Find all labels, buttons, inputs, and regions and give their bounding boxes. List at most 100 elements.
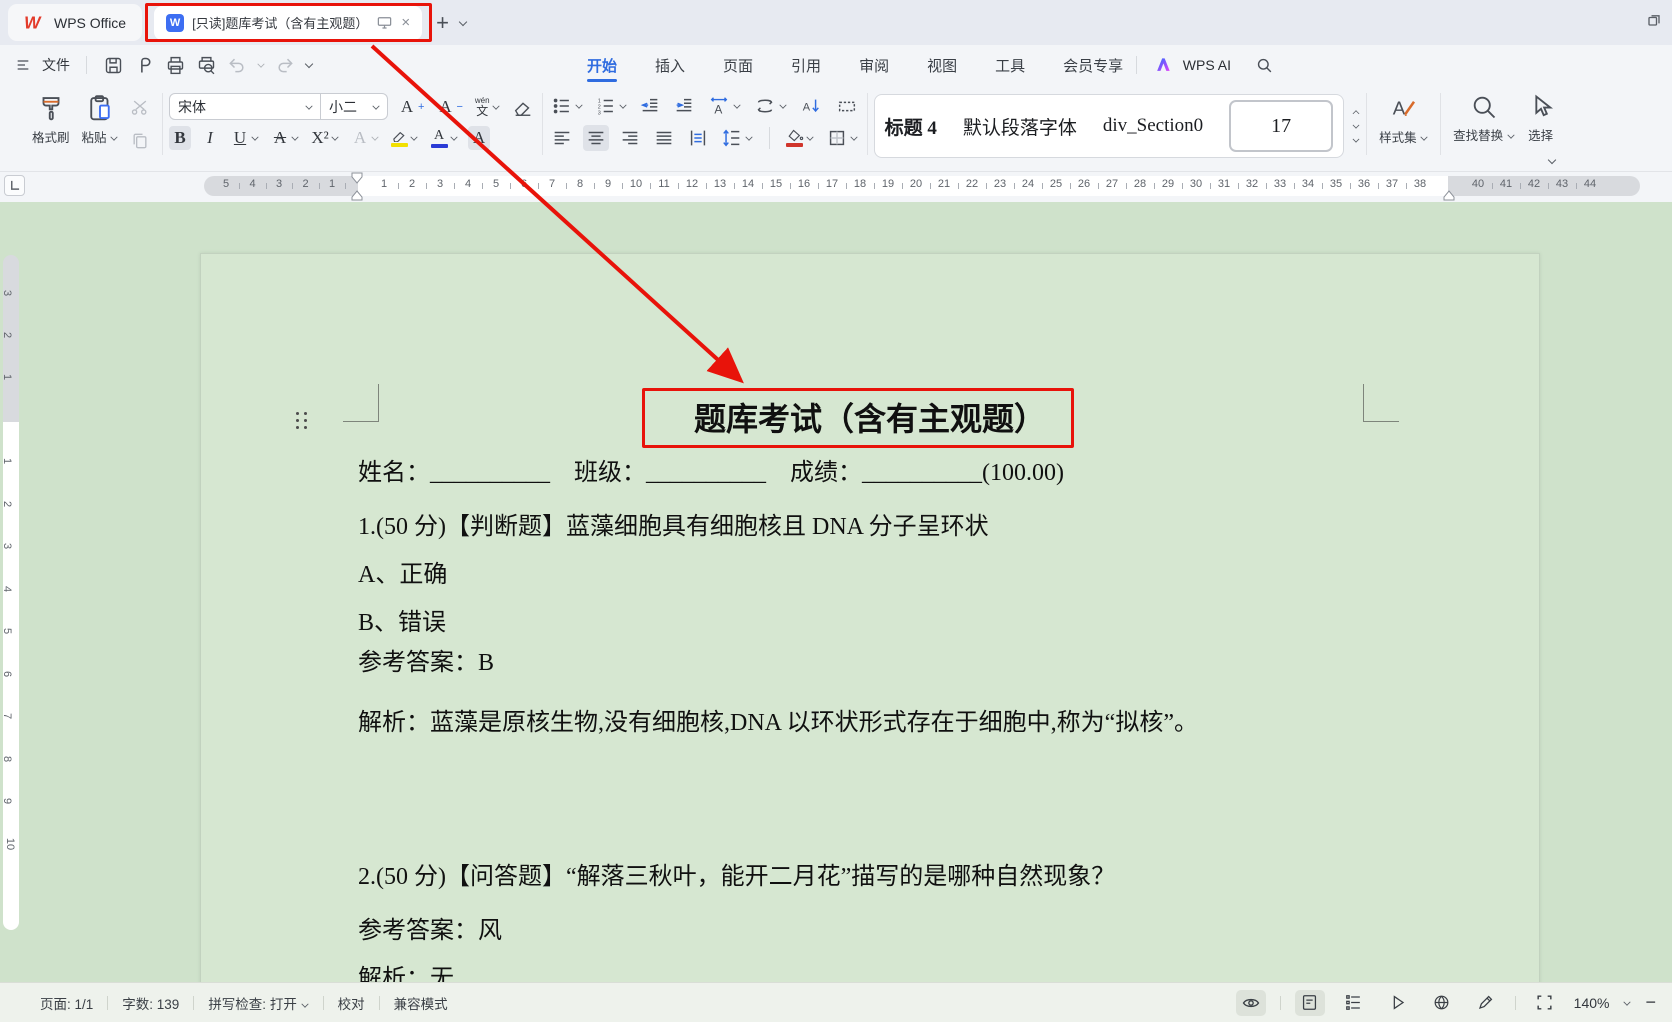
vertical-ruler[interactable]: 32112345678910 xyxy=(3,255,19,930)
underline-button[interactable]: U xyxy=(229,126,261,150)
ruler-number: 16 xyxy=(798,178,810,190)
strikethrough-button[interactable]: A xyxy=(269,126,301,150)
web-layout-button[interactable] xyxy=(1427,990,1457,1016)
ribbon-tab-8[interactable]: 会员专享 xyxy=(1061,47,1125,84)
fit-page-button[interactable] xyxy=(1530,990,1560,1016)
first-line-indent-marker[interactable] xyxy=(348,172,366,184)
ribbon-tab-1[interactable]: 开始 xyxy=(585,47,619,84)
print-icon[interactable] xyxy=(165,55,186,76)
char-scale-button[interactable]: A xyxy=(705,93,743,119)
decrease-font-button[interactable]: A− xyxy=(434,95,464,119)
gallery-down-icon[interactable] xyxy=(1353,123,1359,129)
ribbon-tab-2[interactable]: 插入 xyxy=(653,47,687,84)
ribbon-tab-5[interactable]: 审阅 xyxy=(857,47,891,84)
play-view-button[interactable] xyxy=(1383,990,1413,1016)
align-center-button[interactable] xyxy=(583,125,609,151)
paste-button[interactable]: 粘贴 xyxy=(76,85,125,150)
tab-list-chevron-icon[interactable] xyxy=(459,19,467,27)
shading-button[interactable] xyxy=(784,127,816,149)
search-icon[interactable] xyxy=(1255,56,1274,75)
pinyin-guide-button[interactable]: wén文 xyxy=(473,95,502,119)
find-replace-button[interactable]: 查找替换 xyxy=(1447,85,1521,148)
cut-button[interactable] xyxy=(128,95,152,119)
increase-indent-button[interactable] xyxy=(671,93,697,119)
ruler-number: 30 xyxy=(1190,178,1202,190)
ink-annotate-button[interactable] xyxy=(1471,990,1501,1016)
char-shading-button[interactable]: A xyxy=(468,126,490,150)
font-color-button[interactable]: A xyxy=(428,127,460,150)
hamburger-menu-icon[interactable] xyxy=(14,57,32,73)
ruler-number: 27 xyxy=(1106,178,1118,190)
italic-button[interactable]: I xyxy=(199,126,221,150)
annotation-box-tab xyxy=(145,3,432,42)
sort-button[interactable]: A xyxy=(797,93,825,119)
horizontal-ruler[interactable]: 5432112345678910111213141516171819202122… xyxy=(0,172,1672,202)
style-default-paragraph-font[interactable]: 默认段落字体 xyxy=(963,113,1077,140)
ribbon-tab-7[interactable]: 工具 xyxy=(993,47,1027,84)
spellcheck-status[interactable]: 拼写检查: 打开 xyxy=(208,993,308,1013)
gallery-up-icon[interactable] xyxy=(1353,109,1359,115)
select-button[interactable]: 选择 xyxy=(1521,85,1561,148)
style-set-button[interactable]: A 样式集 xyxy=(1373,85,1434,150)
page-view-button[interactable] xyxy=(1295,990,1325,1016)
zoom-level[interactable]: 140% xyxy=(1574,995,1610,1011)
distribute-button[interactable] xyxy=(685,125,711,151)
ribbon-collapse-icon[interactable] xyxy=(1548,157,1556,165)
new-tab-button[interactable]: + xyxy=(436,10,449,36)
style-div-section0[interactable]: div_Section0 xyxy=(1103,115,1203,137)
save-icon[interactable] xyxy=(103,55,124,76)
increase-font-button[interactable]: A+ xyxy=(396,95,426,119)
paste-chevron-icon[interactable] xyxy=(111,135,118,142)
font-name-select[interactable]: 宋体 xyxy=(170,97,320,117)
align-left-button[interactable] xyxy=(549,125,575,151)
zoom-out-button[interactable]: − xyxy=(1645,992,1656,1013)
undo-chevron-icon[interactable] xyxy=(258,62,265,69)
bullet-list-button[interactable] xyxy=(549,93,585,119)
zoom-chevron-icon[interactable] xyxy=(1624,999,1631,1006)
copy-button[interactable] xyxy=(128,129,152,153)
tab-stops-button[interactable] xyxy=(833,93,861,119)
ribbon-tab-3[interactable]: 页面 xyxy=(721,47,755,84)
print-preview-icon[interactable] xyxy=(196,55,217,76)
ruler-number: 23 xyxy=(994,178,1006,190)
text-effects-button[interactable]: A xyxy=(349,126,381,150)
find-replace-chevron-icon[interactable] xyxy=(1507,133,1514,140)
ruler-number: 10 xyxy=(630,178,642,190)
gallery-more-icon[interactable] xyxy=(1353,137,1359,143)
decrease-indent-button[interactable] xyxy=(637,93,663,119)
ribbon-tab-4[interactable]: 引用 xyxy=(789,47,823,84)
file-menu[interactable]: 文件 xyxy=(42,55,70,75)
format-painter-button[interactable]: 格式刷 xyxy=(26,85,76,150)
style-set-chevron-icon[interactable] xyxy=(1421,135,1428,142)
doc-line-5: 参考答案：B xyxy=(358,642,494,677)
tab-selector-button[interactable] xyxy=(4,175,25,196)
bold-button[interactable]: B xyxy=(169,126,191,150)
style-heading4[interactable]: 标题 4 xyxy=(885,113,937,140)
doc-line-9: 解析：无 xyxy=(358,958,454,982)
numbered-list-button[interactable]: 123 xyxy=(593,93,629,119)
superscript-button[interactable]: X² xyxy=(309,126,341,150)
undo-icon[interactable] xyxy=(227,55,247,75)
text-direction-button[interactable] xyxy=(751,93,789,119)
highlight-button[interactable] xyxy=(389,127,420,149)
wps-home-button[interactable]: W WPS Office xyxy=(8,4,142,41)
outline-view-button[interactable] xyxy=(1339,990,1369,1016)
redo-icon[interactable] xyxy=(275,55,295,75)
document-workspace[interactable]: 题库考试（含有主观题）姓名：__________ 班级：__________ 成… xyxy=(0,202,1672,982)
proofread-button[interactable]: 校对 xyxy=(338,993,365,1013)
justify-button[interactable] xyxy=(651,125,677,151)
window-restore-icon[interactable] xyxy=(1644,10,1664,30)
export-pdf-icon[interactable] xyxy=(134,55,155,76)
borders-button[interactable] xyxy=(824,125,860,151)
ribbon-tab-6[interactable]: 视图 xyxy=(925,47,959,84)
align-right-button[interactable] xyxy=(617,125,643,151)
style-selected[interactable]: 17 xyxy=(1229,100,1333,152)
word-count[interactable]: 字数: 139 xyxy=(122,993,179,1013)
line-spacing-button[interactable] xyxy=(719,125,755,151)
quickbar-chevron-icon[interactable] xyxy=(305,61,313,69)
eye-protection-button[interactable] xyxy=(1236,990,1266,1016)
clear-format-button[interactable] xyxy=(510,94,536,120)
wps-ai-button[interactable]: WPS AI xyxy=(1183,57,1231,73)
paragraph-drag-handle-icon[interactable] xyxy=(294,410,309,431)
font-size-select[interactable]: 小二 xyxy=(321,97,387,117)
